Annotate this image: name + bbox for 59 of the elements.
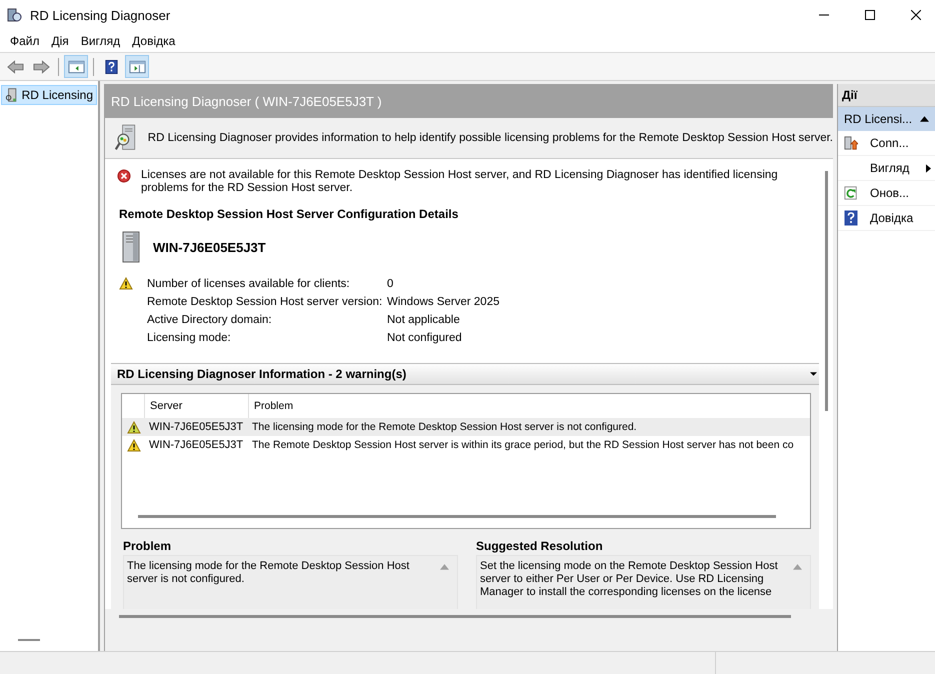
error-icon: [117, 169, 131, 183]
action-item[interactable]: Conn...: [838, 131, 935, 156]
error-message: Licenses are not available for this Remote Desktop Session Host server, and RD Licensing Diagnoser has identified licensing problems for the RD Session Host server.: [141, 169, 779, 195]
table-row[interactable]: WIN-7J6E05E5J3T The Remote Desktop Session Host server is within its grace period, but the RD Session Host server has not been co: [122, 436, 810, 454]
actions-group-header[interactable]: RD Licensi...: [838, 107, 935, 131]
pane-heading: Problem: [123, 539, 172, 553]
table-cell-text: WIN-7J6E05E5J3T: [148, 438, 244, 453]
forward-arrow-icon: [32, 60, 50, 74]
pane-heading: Suggested Resolution: [476, 539, 604, 553]
action-item[interactable]: Вигляд: [838, 156, 935, 181]
detail-value: Windows Server 2025: [387, 295, 500, 309]
action-item[interactable]: Довідка: [838, 206, 935, 231]
menu-item[interactable]: Довідка: [126, 34, 182, 48]
window-title: RD Licensing Diagnoser: [30, 8, 170, 22]
section-heading: RD Licensing Diagnoser Information - 2 warning(s): [117, 367, 406, 381]
detail-label: Remote Desktop Session Host server version:: [147, 295, 384, 309]
pane-header: RD Licensing Diagnoser ( WIN-7J6E05E5J3T ): [105, 84, 833, 118]
collapse-icon[interactable]: [810, 371, 817, 377]
tree-item[interactable]: RD Licensing: [1, 85, 97, 105]
maximize-icon[interactable]: [865, 10, 875, 20]
table-cell-text: The Remote Desktop Session Host server is within its grace period, but the RD Session Host server has not been co: [251, 438, 794, 453]
server-icon: [121, 231, 141, 263]
horizontal-scrollbar[interactable]: [138, 515, 776, 518]
problem-text: The licensing mode for the Remote Desktop Session Host server is not configured.: [127, 560, 410, 587]
server-icon: [5, 87, 18, 103]
table-row[interactable]: WIN-7J6E05E5J3T The licensing mode for the Remote Desktop Session Host server is not configured.: [122, 418, 810, 436]
detail-value: Not configured: [387, 331, 463, 345]
pane-toggle-icon: [128, 60, 146, 74]
tree-button[interactable]: [64, 55, 88, 78]
horizontal-scrollbar[interactable]: [119, 615, 791, 618]
menu-item[interactable]: Файл: [4, 34, 46, 48]
close-icon[interactable]: [911, 10, 921, 20]
detail-value: Not applicable: [387, 313, 461, 327]
menu-item[interactable]: Вигляд: [74, 34, 126, 48]
menu-item[interactable]: Дія: [46, 34, 75, 48]
column-header[interactable]: Problem: [249, 394, 294, 418]
detail-label: Number of licenses available for clients:: [147, 277, 351, 291]
server-arrow-icon: [844, 135, 858, 151]
help-icon: [102, 60, 120, 74]
refresh-icon: [844, 185, 858, 201]
table-cell-text: WIN-7J6E05E5J3T: [148, 420, 244, 435]
resolution-text: Set the licensing mode on the Remote Desktop Session Host server to either Per User or Per Device. Use RD Licensing Manager to install the corresponding licenses on the license: [480, 560, 779, 600]
detail-label: Active Directory domain:: [147, 313, 273, 327]
detail-label: Licensing mode:: [147, 331, 232, 345]
collapse-icon[interactable]: [920, 116, 929, 122]
pane-toggle-icon: [68, 60, 84, 74]
back-arrow-icon: [6, 60, 24, 74]
table-cell-text: The licensing mode for the Remote Desktop Session Host server is not configured.: [251, 420, 637, 435]
detail-value: 0: [387, 277, 394, 291]
actions-button[interactable]: [125, 55, 149, 78]
help-icon: [844, 210, 858, 226]
section-heading: Remote Desktop Session Host Server Configuration Details: [119, 207, 460, 221]
vertical-scrollbar[interactable]: [824, 171, 828, 411]
submenu-arrow-icon: [926, 164, 931, 172]
action-item[interactable]: Онов...: [838, 181, 935, 206]
actions-pane-title: Дії: [838, 84, 935, 107]
server-name: WIN-7J6E05E5J3T: [153, 240, 266, 254]
description-text: RD Licensing Diagnoser provides information to help identify possible licensing problems for the Remote Desktop Session Host server.: [148, 132, 833, 144]
app-icon: [6, 7, 22, 23]
